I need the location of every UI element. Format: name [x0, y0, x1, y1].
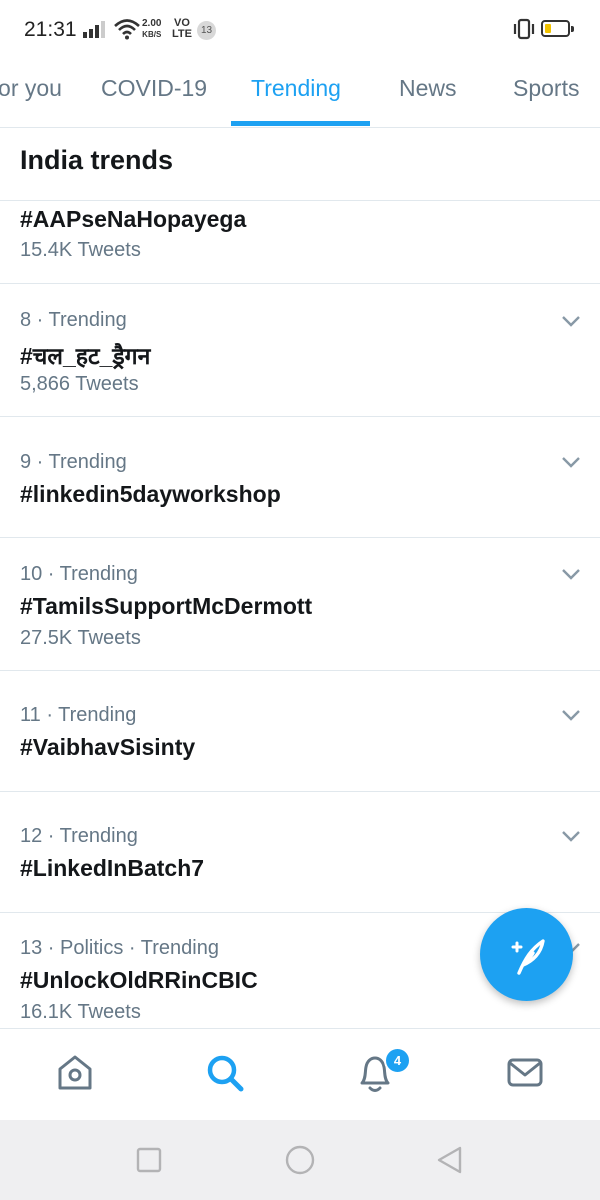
status-time: 21:31 [24, 18, 77, 41]
trend-tweet-count: 15.4K Tweets [20, 239, 141, 261]
chevron-down-icon[interactable] [561, 829, 581, 843]
system-navigation-bar [0, 1120, 600, 1200]
trend-tweet-count: 16.1K Tweets [20, 1001, 141, 1023]
active-tab-indicator [231, 121, 370, 126]
chevron-down-icon[interactable] [561, 455, 581, 469]
home-circle-icon[interactable] [285, 1145, 315, 1175]
recent-apps-icon[interactable] [136, 1147, 162, 1173]
status-bar: 21:31 2.00 KB/S VO LTE 13 [0, 0, 600, 60]
back-icon[interactable] [435, 1145, 463, 1175]
trend-name: #चल_हट_ड्रैगन [20, 343, 151, 369]
network-speed: 2.00 KB/S [142, 18, 161, 40]
volte-bottom: LTE [172, 28, 192, 40]
trend-meta: 13 · Politics · Trending [20, 937, 219, 959]
trend-meta: 12 · Trending [20, 825, 138, 847]
trend-meta: 9 · Trending [20, 451, 127, 473]
trend-item[interactable]: 10 · Trending #TamilsSupportMcDermott 27… [0, 538, 600, 671]
trend-meta: 10 · Trending [20, 563, 138, 585]
chevron-down-icon[interactable] [561, 567, 581, 581]
trend-item[interactable]: 11 · Trending #VaibhavSisinty [0, 671, 600, 792]
trend-name: #TamilsSupportMcDermott [20, 593, 313, 619]
trend-item[interactable]: 8 · Trending #चल_हट_ड्रैगन 5,866 Tweets [0, 284, 600, 417]
volte-indicator: VO LTE [172, 18, 192, 40]
trend-name: #LinkedInBatch7 [20, 855, 205, 881]
vibrate-icon [513, 18, 535, 40]
tab-for-you[interactable]: For you [0, 60, 62, 127]
trend-name: #AAPseNaHopayega [20, 206, 247, 232]
signal-icon [83, 21, 105, 38]
notification-badge: 4 [384, 1047, 411, 1074]
network-speed-unit: KB/S [142, 30, 162, 39]
tab-trending[interactable]: Trending [251, 60, 341, 127]
trend-meta: 11 · Trending [20, 704, 137, 726]
trend-tweet-count: 27.5K Tweets [20, 627, 141, 649]
chevron-down-icon[interactable] [561, 314, 581, 328]
trend-meta: 8 · Trending [20, 309, 127, 331]
bottom-navigation: 4 [0, 1028, 600, 1121]
battery-icon [541, 20, 574, 37]
explore-tabs: For you COVID-19 Trending News Sports [0, 60, 600, 128]
trend-item[interactable]: 12 · Trending #LinkedInBatch7 [0, 792, 600, 913]
network-speed-value: 2.00 [142, 18, 162, 29]
tab-sports[interactable]: Sports [513, 60, 579, 127]
trend-item[interactable]: #AAPseNaHopayega 15.4K Tweets [0, 200, 600, 284]
trend-name: #UnlockOldRRinCBIC [20, 967, 258, 993]
compose-feather-icon [511, 939, 545, 975]
notification-count-badge: 13 [197, 21, 216, 40]
compose-tweet-button[interactable] [480, 908, 573, 1001]
tab-covid-19[interactable]: COVID-19 [101, 60, 207, 127]
chevron-down-icon[interactable] [561, 708, 581, 722]
trend-item[interactable]: 9 · Trending #linkedin5dayworkshop [0, 417, 600, 538]
trend-name: #linkedin5dayworkshop [20, 481, 281, 507]
home-icon[interactable] [56, 1053, 94, 1093]
wifi-icon [114, 19, 140, 40]
messages-icon[interactable] [506, 1053, 544, 1093]
tab-news[interactable]: News [399, 60, 457, 127]
trend-name: #VaibhavSisinty [20, 734, 196, 760]
trend-tweet-count: 5,866 Tweets [20, 373, 139, 395]
search-icon[interactable] [205, 1053, 245, 1093]
page-title: India trends [20, 145, 174, 175]
